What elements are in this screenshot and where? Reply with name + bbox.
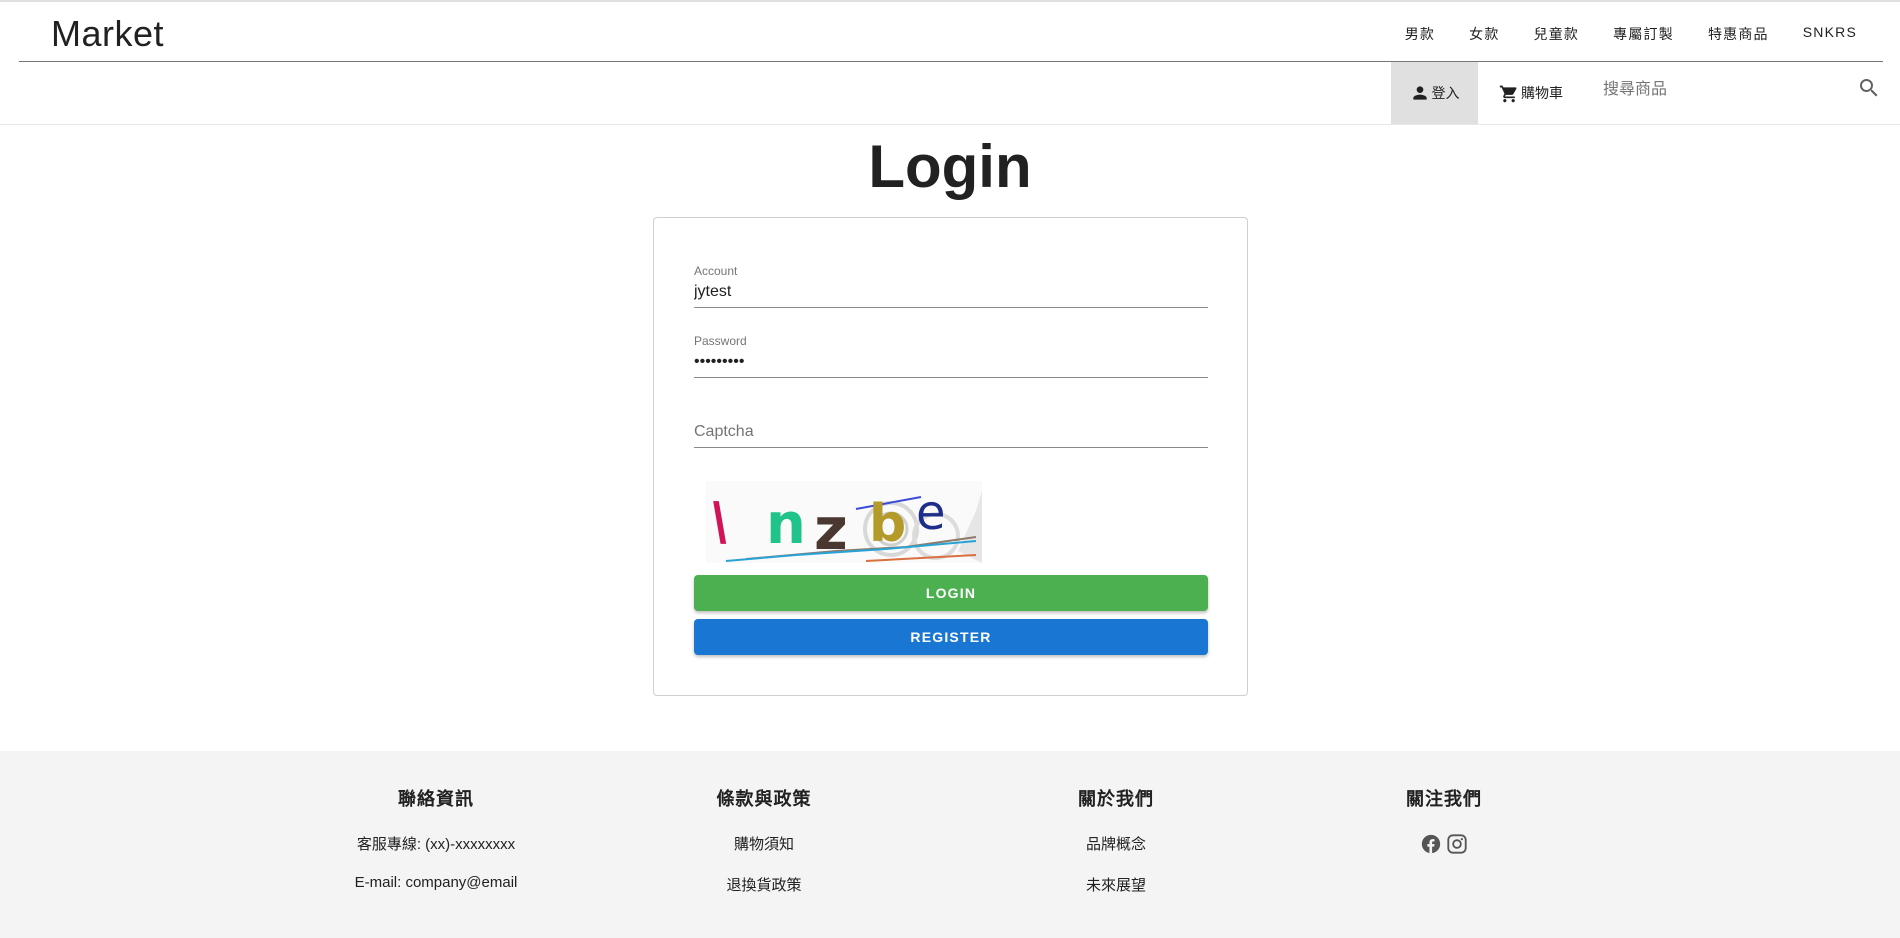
captcha-glyph-n: n	[766, 492, 806, 557]
password-input[interactable]	[694, 350, 1208, 374]
footer-link-return-policy[interactable]: 退換貨政策	[664, 874, 864, 895]
nav-women[interactable]: 女款	[1469, 24, 1499, 44]
cart-icon	[1499, 83, 1519, 103]
password-label: Password	[694, 334, 747, 348]
login-button[interactable]: LOGIN	[694, 575, 1208, 611]
account-label: Account	[694, 264, 738, 278]
main-nav: 男款 女款 兒童款 專屬訂製 特惠商品 SNKRS	[1371, 24, 1857, 44]
register-button[interactable]: REGISTER	[694, 619, 1208, 655]
cart-tab-label: 購物車	[1521, 85, 1563, 101]
nav-sale[interactable]: 特惠商品	[1708, 24, 1769, 44]
captcha-glyph-z: z	[814, 495, 848, 563]
account-input[interactable]	[694, 280, 1208, 304]
instagram-icon[interactable]	[1446, 833, 1468, 855]
site-footer: 聯絡資訊 客服專線: (xx)-xxxxxxxx E-mail: company…	[0, 751, 1900, 938]
footer-link-shopping-notes[interactable]: 購物須知	[664, 833, 864, 854]
search-icon[interactable]	[1857, 76, 1881, 100]
login-tab-label: 登入	[1431, 85, 1460, 101]
footer-follow-title: 關注我們	[1406, 789, 1482, 809]
captcha-image: \ n z b e	[706, 481, 982, 563]
footer-contact: 聯絡資訊 客服專線: (xx)-xxxxxxxx E-mail: company…	[336, 751, 536, 891]
brand-logo[interactable]: Market	[51, 13, 164, 55]
password-field: Password	[694, 326, 1208, 378]
nav-men[interactable]: 男款	[1405, 24, 1435, 44]
nav-snkrs[interactable]: SNKRS	[1803, 24, 1857, 44]
sub-toolbar: 登入 購物車	[19, 62, 1883, 124]
search-input[interactable]	[1603, 74, 1843, 106]
facebook-icon[interactable]	[1420, 833, 1442, 855]
nav-kids[interactable]: 兒童款	[1534, 24, 1580, 44]
nav-custom[interactable]: 專屬訂製	[1613, 24, 1674, 44]
toolbar-divider	[0, 124, 1900, 125]
footer-about-title: 關於我們	[1078, 789, 1154, 809]
login-tab[interactable]: 登入	[1391, 62, 1478, 124]
captcha-input[interactable]	[694, 420, 1208, 444]
footer-about: 關於我們 品牌概念 未來展望	[1016, 751, 1216, 895]
footer-phone: 客服專線: (xx)-xxxxxxxx	[356, 836, 516, 853]
person-icon	[1410, 83, 1430, 103]
footer-link-brand-concept[interactable]: 品牌概念	[1016, 833, 1216, 854]
page-title: Login	[868, 133, 1032, 200]
social-links	[1344, 833, 1544, 855]
login-card: Account Password \ n z b e LOGIN REG	[653, 217, 1248, 696]
captcha-glyph-1: \	[706, 492, 734, 552]
captcha-glyph-b: b	[869, 494, 906, 554]
cart-tab[interactable]: 購物車	[1486, 62, 1576, 124]
captcha-field	[694, 396, 1208, 448]
footer-policy-title: 條款與政策	[716, 789, 812, 809]
footer-policy: 條款與政策 購物須知 退換貨政策	[664, 751, 864, 895]
account-field: Account	[694, 256, 1208, 308]
footer-contact-title: 聯絡資訊	[398, 789, 474, 809]
site-header: Market 男款 女款 兒童款 專屬訂製 特惠商品 SNKRS	[19, 2, 1883, 62]
footer-email: E-mail: company@email	[354, 874, 518, 891]
footer-link-future-vision[interactable]: 未來展望	[1016, 874, 1216, 895]
captcha-glyph-e: e	[916, 485, 946, 541]
footer-follow: 關注我們	[1344, 751, 1544, 855]
